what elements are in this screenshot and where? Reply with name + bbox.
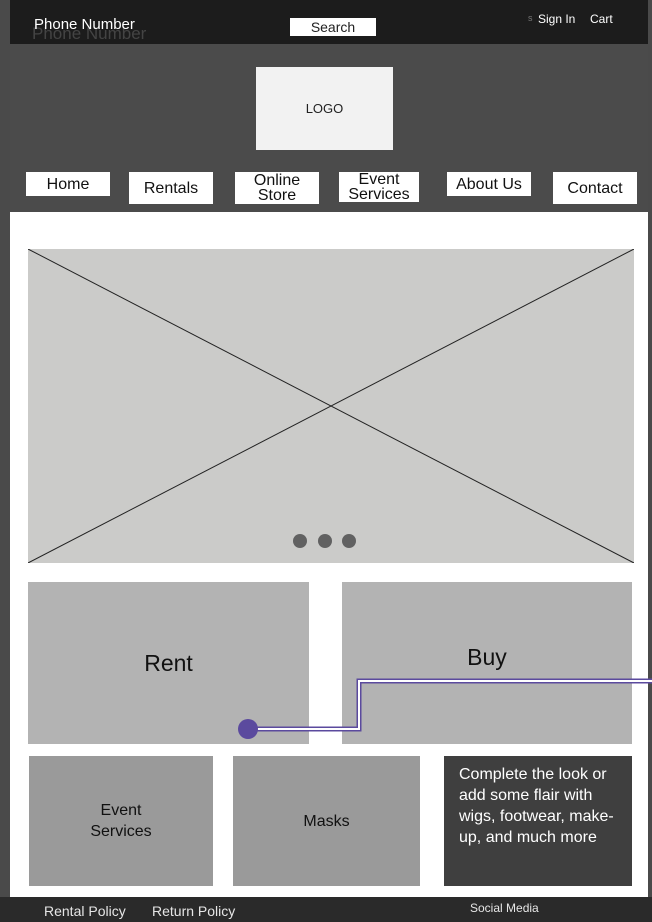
logo[interactable]: LOGO bbox=[256, 67, 393, 150]
nav-contact[interactable]: Contact bbox=[553, 172, 637, 204]
phone-number[interactable]: Phone Number bbox=[34, 16, 135, 33]
sign-in-link[interactable]: Sign In bbox=[538, 12, 575, 26]
nav-event-services[interactable]: Event Services bbox=[339, 172, 419, 203]
rent-label: Rent bbox=[144, 649, 193, 676]
carousel-dot-1[interactable] bbox=[293, 534, 307, 548]
cart-link[interactable]: Cart bbox=[590, 12, 613, 26]
footer-return-policy-link[interactable]: Return Policy bbox=[152, 903, 235, 919]
promo-box: Complete the look or add some flair with… bbox=[444, 756, 632, 886]
event-services-label: Event Services bbox=[90, 802, 152, 840]
event-services-tile[interactable]: Event Services bbox=[29, 756, 213, 886]
search-input[interactable]: Search bbox=[290, 18, 376, 36]
nav-rentals[interactable]: Rentals bbox=[129, 172, 213, 204]
carousel-dot-3[interactable] bbox=[342, 534, 356, 548]
nav-online-store[interactable]: Online Store bbox=[235, 172, 319, 204]
tiny-mark: s bbox=[528, 13, 533, 23]
masks-label: Masks bbox=[303, 812, 350, 830]
rent-tile[interactable]: Rent bbox=[28, 582, 309, 744]
buy-tile[interactable]: Buy bbox=[342, 582, 632, 744]
frame-left-border bbox=[0, 0, 10, 922]
promo-text: Complete the look or add some flair with… bbox=[459, 766, 614, 846]
hero-image-placeholder bbox=[28, 249, 634, 563]
hero-placeholder-cross bbox=[28, 249, 634, 563]
nav-home[interactable]: Home bbox=[26, 172, 110, 196]
carousel-dot-2[interactable] bbox=[318, 534, 332, 548]
buy-label: Buy bbox=[467, 644, 507, 670]
footer-rental-policy-link[interactable]: Rental Policy bbox=[44, 903, 126, 919]
frame-right-border bbox=[648, 0, 652, 922]
footer-social-media[interactable]: Social Media bbox=[470, 901, 539, 915]
nav-about-us[interactable]: About Us bbox=[447, 172, 531, 196]
masks-tile[interactable]: Masks bbox=[233, 756, 420, 886]
